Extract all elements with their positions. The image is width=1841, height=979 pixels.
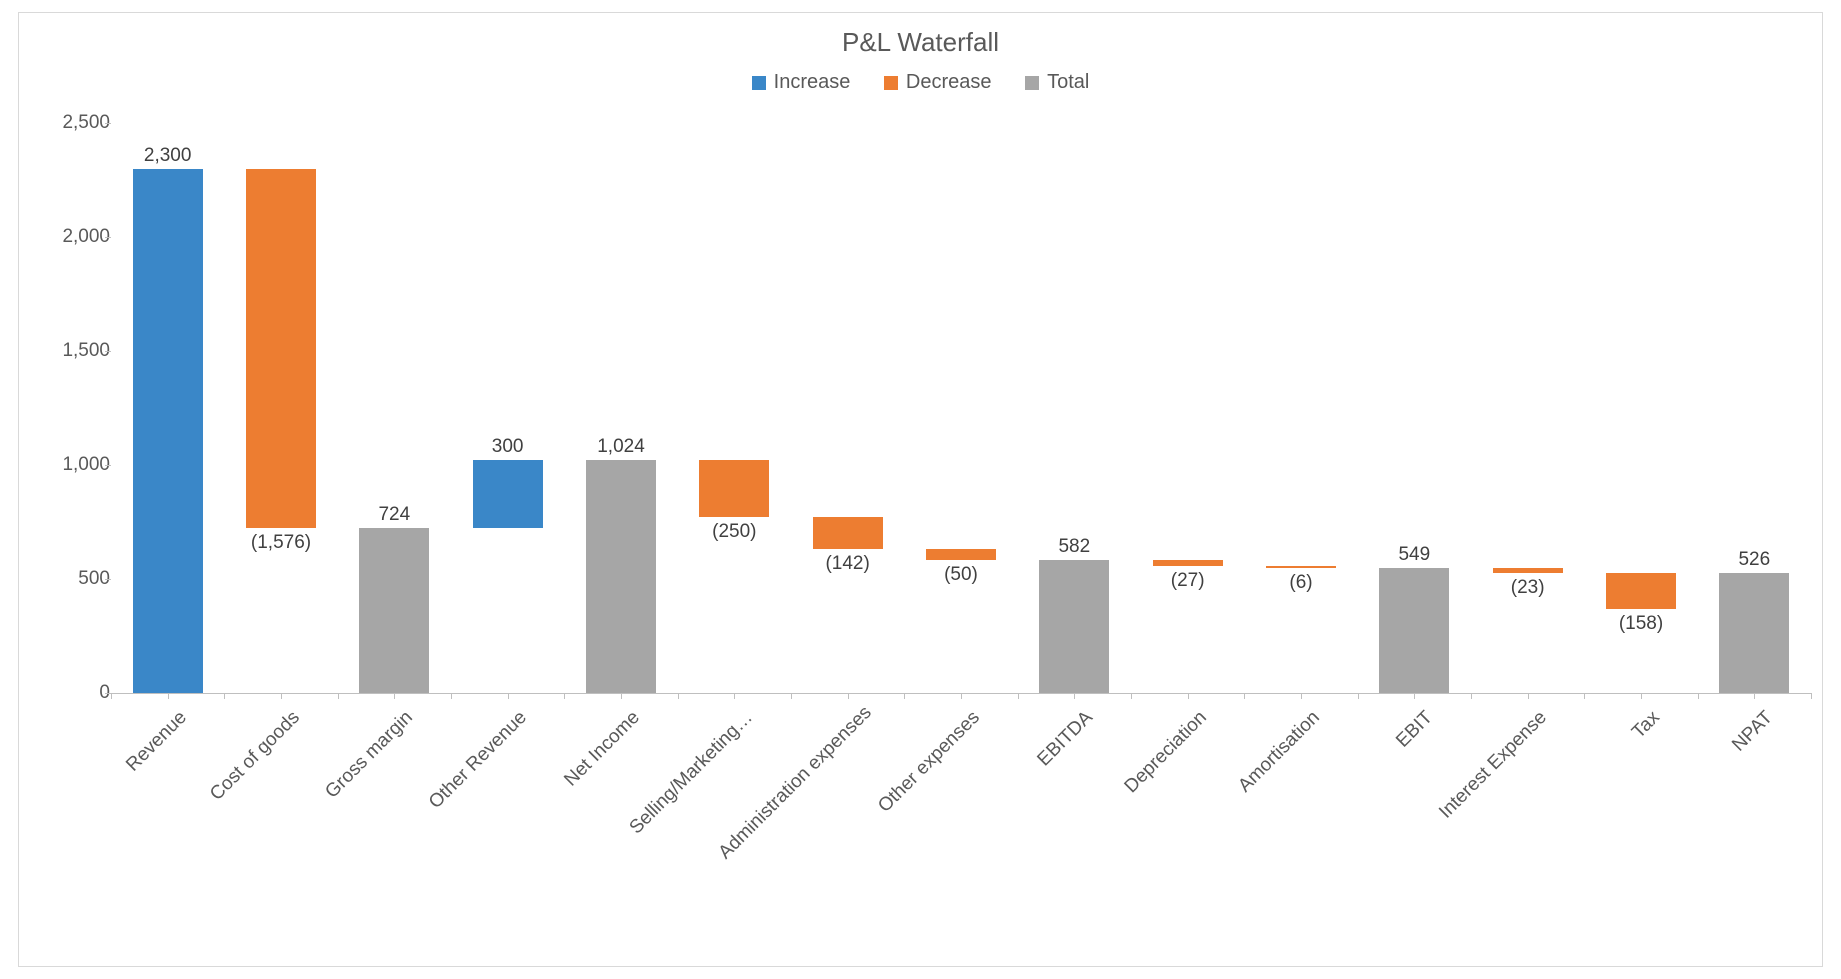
- x-tick-mark: [1074, 693, 1075, 699]
- waterfall-bar: [1266, 566, 1336, 567]
- x-tick-mark: [1811, 693, 1812, 699]
- x-tick-mark: [394, 693, 395, 699]
- waterfall-bar: [586, 460, 656, 693]
- x-tick-mark: [1414, 693, 1415, 699]
- waterfall-bar: [1493, 568, 1563, 573]
- bar-value-label: 549: [1354, 544, 1474, 566]
- legend-swatch-increase: [752, 76, 766, 90]
- bar-value-label: (1,576): [221, 532, 341, 554]
- legend-label: Increase: [774, 71, 851, 94]
- x-tick-mark: [734, 693, 735, 699]
- y-tick-label: 1,500: [30, 340, 110, 362]
- legend-label: Total: [1047, 71, 1089, 94]
- y-tick-label: 0: [30, 682, 110, 704]
- legend-swatch-total: [1025, 76, 1039, 90]
- x-tick-mark: [338, 693, 339, 699]
- waterfall-bar: [1039, 560, 1109, 693]
- y-tick-mark: [105, 237, 111, 238]
- bar-value-label: 724: [334, 504, 454, 526]
- legend-item-total: Total: [1025, 71, 1089, 94]
- x-tick-mark: [1528, 693, 1529, 699]
- x-tick-mark: [1244, 693, 1245, 699]
- y-tick-mark: [105, 579, 111, 580]
- x-tick-mark: [224, 693, 225, 699]
- bar-value-label: 300: [448, 436, 568, 458]
- y-tick-mark: [105, 351, 111, 352]
- waterfall-bar: [1606, 573, 1676, 609]
- legend-item-increase: Increase: [752, 71, 851, 94]
- bar-value-label: 1,024: [561, 436, 681, 458]
- chart-legend: Increase Decrease Total: [19, 71, 1822, 96]
- x-tick-mark: [1131, 693, 1132, 699]
- x-tick-mark: [1358, 693, 1359, 699]
- waterfall-bar: [359, 528, 429, 693]
- x-tick-mark: [1301, 693, 1302, 699]
- bar-value-label: 526: [1694, 549, 1814, 571]
- bar-value-label: (23): [1468, 577, 1588, 599]
- y-tick-label: 1,000: [30, 454, 110, 476]
- x-tick-mark: [451, 693, 452, 699]
- chart-frame: P&L Waterfall Increase Decrease Total 0 5…: [18, 12, 1823, 967]
- bar-value-label: (27): [1128, 570, 1248, 592]
- x-tick-mark: [621, 693, 622, 699]
- x-tick-mark: [961, 693, 962, 699]
- bar-value-label: (250): [674, 521, 794, 543]
- waterfall-bar: [473, 460, 543, 528]
- x-tick-mark: [848, 693, 849, 699]
- x-tick-mark: [1754, 693, 1755, 699]
- x-tick-mark: [1188, 693, 1189, 699]
- waterfall-bar: [246, 169, 316, 528]
- y-tick-label: 500: [30, 568, 110, 590]
- x-tick-mark: [168, 693, 169, 699]
- y-tick-label: 2,000: [30, 226, 110, 248]
- chart-title: P&L Waterfall: [19, 27, 1822, 58]
- waterfall-bar: [699, 460, 769, 517]
- waterfall-bar: [1153, 560, 1223, 566]
- x-tick-mark: [1471, 693, 1472, 699]
- bar-value-label: (158): [1581, 613, 1701, 635]
- waterfall-bar: [133, 169, 203, 693]
- waterfall-bar: [813, 517, 883, 549]
- x-tick-mark: [1698, 693, 1699, 699]
- x-tick-mark: [508, 693, 509, 699]
- x-tick-mark: [564, 693, 565, 699]
- y-tick-mark: [105, 465, 111, 466]
- x-tick-mark: [281, 693, 282, 699]
- legend-label: Decrease: [906, 71, 992, 94]
- x-tick-mark: [678, 693, 679, 699]
- bar-value-label: 582: [1014, 536, 1134, 558]
- y-tick-label: 2,500: [30, 112, 110, 134]
- x-tick-mark: [904, 693, 905, 699]
- legend-item-decrease: Decrease: [884, 71, 992, 94]
- x-tick-mark: [791, 693, 792, 699]
- x-tick-mark: [1641, 693, 1642, 699]
- bar-value-label: (142): [788, 553, 908, 575]
- x-tick-mark: [1584, 693, 1585, 699]
- x-tick-mark: [111, 693, 112, 699]
- waterfall-bar: [1379, 568, 1449, 693]
- waterfall-bar: [926, 549, 996, 560]
- y-tick-mark: [105, 123, 111, 124]
- waterfall-bar: [1719, 573, 1789, 693]
- x-tick-mark: [1018, 693, 1019, 699]
- bar-value-label: (6): [1241, 572, 1361, 594]
- legend-swatch-decrease: [884, 76, 898, 90]
- bar-value-label: 2,300: [108, 145, 228, 167]
- bar-value-label: (50): [901, 564, 1021, 586]
